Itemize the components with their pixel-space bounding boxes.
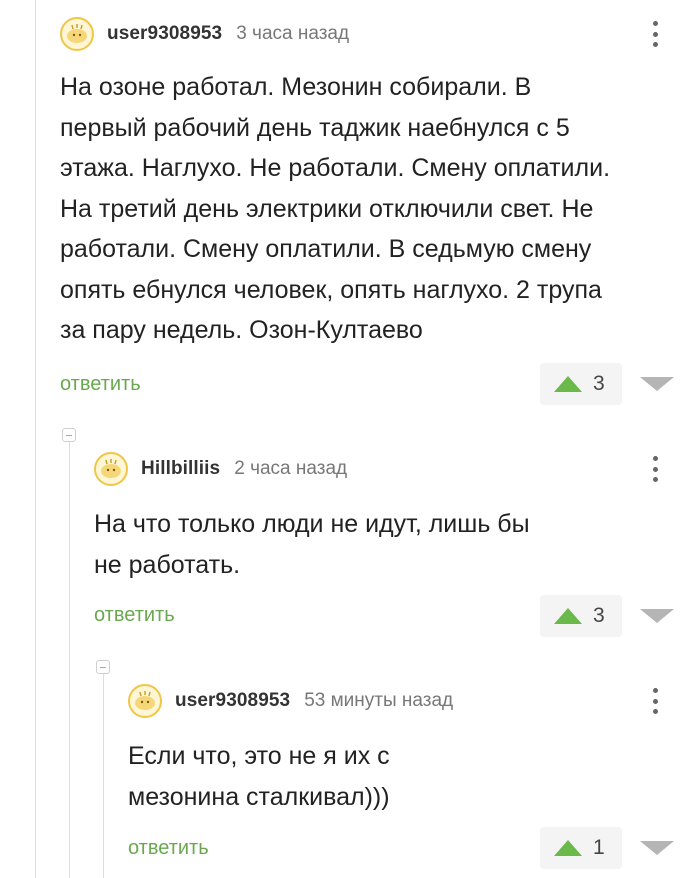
comment-body: На озоне работал. Мезонин собирали. В пе…	[60, 67, 680, 351]
collapse-thread-icon[interactable]	[62, 428, 76, 442]
downvote-arrow-icon[interactable]	[640, 377, 674, 391]
reply-button[interactable]: ответить	[60, 373, 141, 396]
username[interactable]: user9308953	[175, 690, 290, 712]
comment-header: user9308953 53 минуты назад	[128, 684, 680, 718]
comment-line: На третий день электрики отключили свет.…	[60, 194, 594, 223]
comment-time: 53 минуты назад	[304, 690, 454, 711]
more-vertical-icon[interactable]	[652, 688, 658, 714]
reply-button[interactable]: ответить	[94, 604, 175, 627]
collapse-thread-icon[interactable]	[96, 660, 110, 674]
upvote-arrow-icon	[554, 840, 582, 856]
username[interactable]: Hillbilliis	[141, 458, 220, 480]
downvote-arrow-icon[interactable]	[640, 841, 674, 855]
avatar-icon[interactable]	[94, 452, 128, 486]
comment-time: 3 часа назад	[236, 23, 350, 44]
username[interactable]: user9308953	[107, 23, 222, 45]
comment-line: первый рабочий день таджик наебнулся с 5	[60, 113, 570, 142]
comment-body: На что только люди не идут, лишь бы не р…	[94, 504, 680, 585]
comment-body: Если что, это не я их с мезонина сталкив…	[128, 736, 680, 817]
rating-count: 3	[593, 372, 605, 395]
comment-line: опять ебнулся человек, опять наглухо. 2 …	[60, 275, 602, 304]
rating-count: 3	[593, 604, 605, 627]
comment-line: На озоне работал. Мезонин собирали. В	[60, 73, 532, 101]
comment-line: работали. Смену оплатили. В седьмую смен…	[60, 235, 592, 263]
upvote-arrow-icon	[554, 608, 582, 624]
thread-line-level-2	[103, 674, 104, 878]
downvote-arrow-icon[interactable]	[640, 609, 674, 623]
comment-line: не работать.	[94, 550, 241, 579]
comment: Hillbilliis 2 часа назад На что только л…	[94, 452, 680, 585]
upvote-button[interactable]: 1	[540, 827, 622, 869]
comment-line: На что только люди не идут, лишь бы	[94, 510, 530, 538]
reply-button[interactable]: ответить	[128, 837, 209, 860]
comment-line: мезонина сталкивал)))	[128, 782, 390, 811]
upvote-button[interactable]: 3	[540, 363, 622, 405]
upvote-button[interactable]: 3	[540, 595, 622, 637]
comment: user9308953 3 часа назад На озоне работа…	[60, 17, 680, 351]
thread-line-level-1	[69, 442, 70, 878]
avatar-icon[interactable]	[60, 17, 94, 51]
rating-count: 1	[593, 836, 605, 859]
comment-time: 2 часа назад	[234, 458, 348, 479]
more-vertical-icon[interactable]	[652, 21, 658, 47]
comment-line: за пару недель. Озон-Култаево	[60, 316, 423, 344]
comment-line: этажа. Наглухо. Не работали. Смену оплат…	[60, 154, 611, 182]
comment: user9308953 53 минуты назад Если что, эт…	[128, 684, 680, 817]
more-vertical-icon[interactable]	[652, 456, 658, 482]
comment-header: user9308953 3 часа назад	[60, 17, 680, 51]
comment-header: Hillbilliis 2 часа назад	[94, 452, 680, 486]
upvote-arrow-icon	[554, 376, 582, 392]
thread-line-root	[35, 0, 36, 878]
avatar-icon[interactable]	[128, 684, 162, 718]
comment-line: Если что, это не я их с	[128, 742, 390, 770]
